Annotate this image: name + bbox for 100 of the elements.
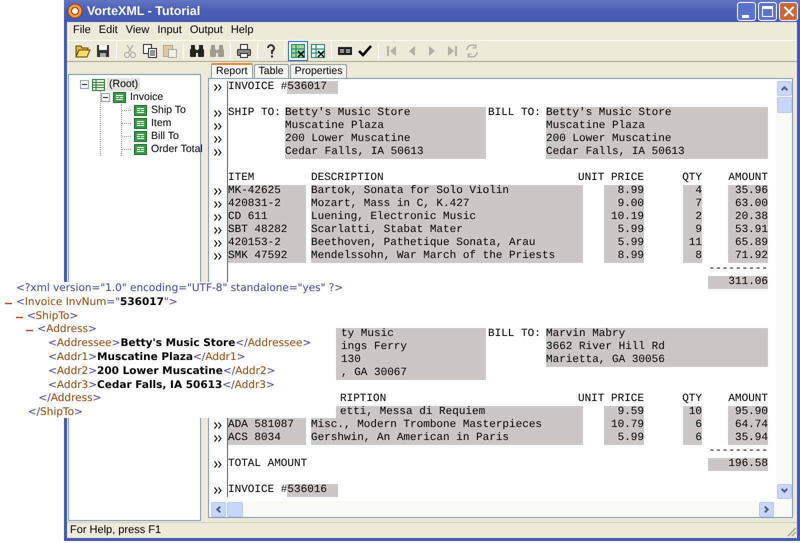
menu-item[interactable]: Input <box>153 24 186 38</box>
scroll-right-button[interactable] <box>759 502 774 516</box>
field-value: 420831-2 <box>228 198 306 211</box>
tree-item[interactable]: Invoice <box>128 91 166 104</box>
field-value: 200 Lower Muscatine <box>285 133 486 146</box>
field-value: 6 <box>683 419 702 432</box>
field-value: Bartok, Sonata for Solo Violin <box>311 185 583 198</box>
field-value: 196.58 <box>708 458 768 471</box>
menu-item[interactable]: File <box>69 24 95 38</box>
field-value: ACS 8034 <box>228 432 306 445</box>
field-value: 95.90 <box>728 406 768 419</box>
element-icon <box>113 92 126 103</box>
maximize-button[interactable] <box>758 2 777 20</box>
collapse-toggle-icon[interactable] <box>101 93 110 102</box>
field-value: 35.96 <box>728 185 768 198</box>
element-icon <box>134 144 147 155</box>
tree-item[interactable]: Ship To <box>149 104 188 117</box>
tree-item[interactable]: Bill To <box>149 130 181 143</box>
window-title: VorteXML - Tutorial <box>87 4 202 18</box>
minimize-button[interactable] <box>737 2 756 20</box>
menu-item[interactable]: Help <box>226 24 258 38</box>
field-value: Marvin Mabry <box>546 328 768 341</box>
resize-grip-icon[interactable] <box>785 524 797 536</box>
field-value: 420153-2 <box>228 237 306 250</box>
tree-item[interactable]: (Root) <box>107 78 140 91</box>
row-marker-icon <box>214 149 222 156</box>
tab[interactable]: Table <box>254 64 289 78</box>
menu-item[interactable]: View <box>122 24 154 38</box>
row-marker-icon <box>214 84 222 91</box>
app-icon <box>67 3 83 19</box>
field-value: SMK 47592 <box>228 250 306 263</box>
close-button[interactable] <box>779 2 798 20</box>
field-value: 10 <box>683 406 702 419</box>
report-label: INVOICE # <box>228 484 288 497</box>
xml-line: <Address> <box>37 323 97 336</box>
field-value: 10.79 <box>604 419 644 432</box>
field-value: 64.74 <box>728 419 768 432</box>
field-value: Scarlatti, Stabat Mater <box>311 224 583 237</box>
row-marker-icon <box>214 240 222 247</box>
field-value: CD 611 <box>228 211 306 224</box>
field-value: 63.00 <box>728 198 768 211</box>
column-header: AMOUNT <box>728 172 768 185</box>
total-rule: --------- <box>708 445 768 458</box>
scroll-down-button[interactable] <box>776 484 792 499</box>
scroll-left-button[interactable] <box>211 502 226 516</box>
total-rule: --------- <box>708 263 768 276</box>
collapse-toggle-icon[interactable] <box>80 80 89 89</box>
field-value: 3662 River Hill Rd <box>546 341 768 354</box>
xml-line: </Address> <box>38 392 102 404</box>
field-value: 8.99 <box>604 250 644 263</box>
row-marker-icon <box>214 214 222 221</box>
column-header: DESCRIPTION <box>311 172 384 184</box>
report-label: TOTAL AMOUNT <box>228 458 308 471</box>
field-value: 6 <box>683 432 702 445</box>
tree-item[interactable]: Order Total <box>149 143 205 156</box>
field-value: 20.38 <box>728 211 768 224</box>
column-header: AMOUNT <box>728 393 768 406</box>
field-value: Cedar Falls, IA 50613 <box>285 146 486 159</box>
menu-item[interactable]: Edit <box>94 24 122 38</box>
row-marker-icon <box>214 110 222 117</box>
field-value: etti, Messa di Requiem <box>311 406 583 419</box>
field-value: Misc., Modern Trombone Masterpieces <box>311 419 583 432</box>
field-value: 5.99 <box>604 432 644 445</box>
scroll-thumb[interactable] <box>776 97 792 113</box>
column-header: UNIT PRICE <box>578 172 644 185</box>
field-value: MK-42625 <box>228 185 306 198</box>
tab[interactable]: Properties <box>290 64 348 78</box>
scroll-thumb[interactable] <box>227 502 243 516</box>
field-value: 5.99 <box>604 237 644 250</box>
grid-icon[interactable] <box>288 41 308 61</box>
copy-icon[interactable] <box>140 41 160 61</box>
field-value: 11 <box>683 237 702 250</box>
field-value: 536017 <box>287 81 338 94</box>
field-value: 71.92 <box>728 250 768 263</box>
grid-icon[interactable] <box>308 41 328 61</box>
menu-item[interactable]: Output <box>186 24 227 38</box>
row-marker-icon <box>214 201 222 208</box>
tree-item[interactable]: Item <box>149 117 174 130</box>
row-marker-icon <box>214 487 222 494</box>
tab[interactable]: Report <box>211 63 253 78</box>
field-value: Gershwin, An American in Paris <box>311 432 583 445</box>
printer-icon[interactable] <box>234 41 254 61</box>
field-value: 4 <box>683 185 702 198</box>
field-value: 35.94 <box>728 432 768 445</box>
xml-line: <Addr3>Cedar Falls, IA 50613</Addr3> <box>48 378 275 391</box>
row-marker-icon <box>214 136 222 143</box>
field-value: Mendelssohn, War March of the Priests <box>311 250 583 263</box>
status-text: For Help, press F1 <box>70 524 162 538</box>
field-value: 8 <box>683 250 702 263</box>
column-header: RIPTION <box>340 393 386 405</box>
xml-line: <Invoice InvNum="536017"> <box>16 296 178 308</box>
row-marker-icon <box>214 461 222 468</box>
field-value: 65.89 <box>728 237 768 250</box>
element-icon <box>134 118 147 129</box>
field-value: 2 <box>683 211 702 224</box>
field-value: Muscatine Plaza <box>546 120 768 133</box>
field-value: Betty's Music Store <box>546 107 768 120</box>
field-value: 9.59 <box>604 406 644 419</box>
scroll-up-button[interactable] <box>776 81 792 96</box>
field-value: 53.91 <box>728 224 768 237</box>
